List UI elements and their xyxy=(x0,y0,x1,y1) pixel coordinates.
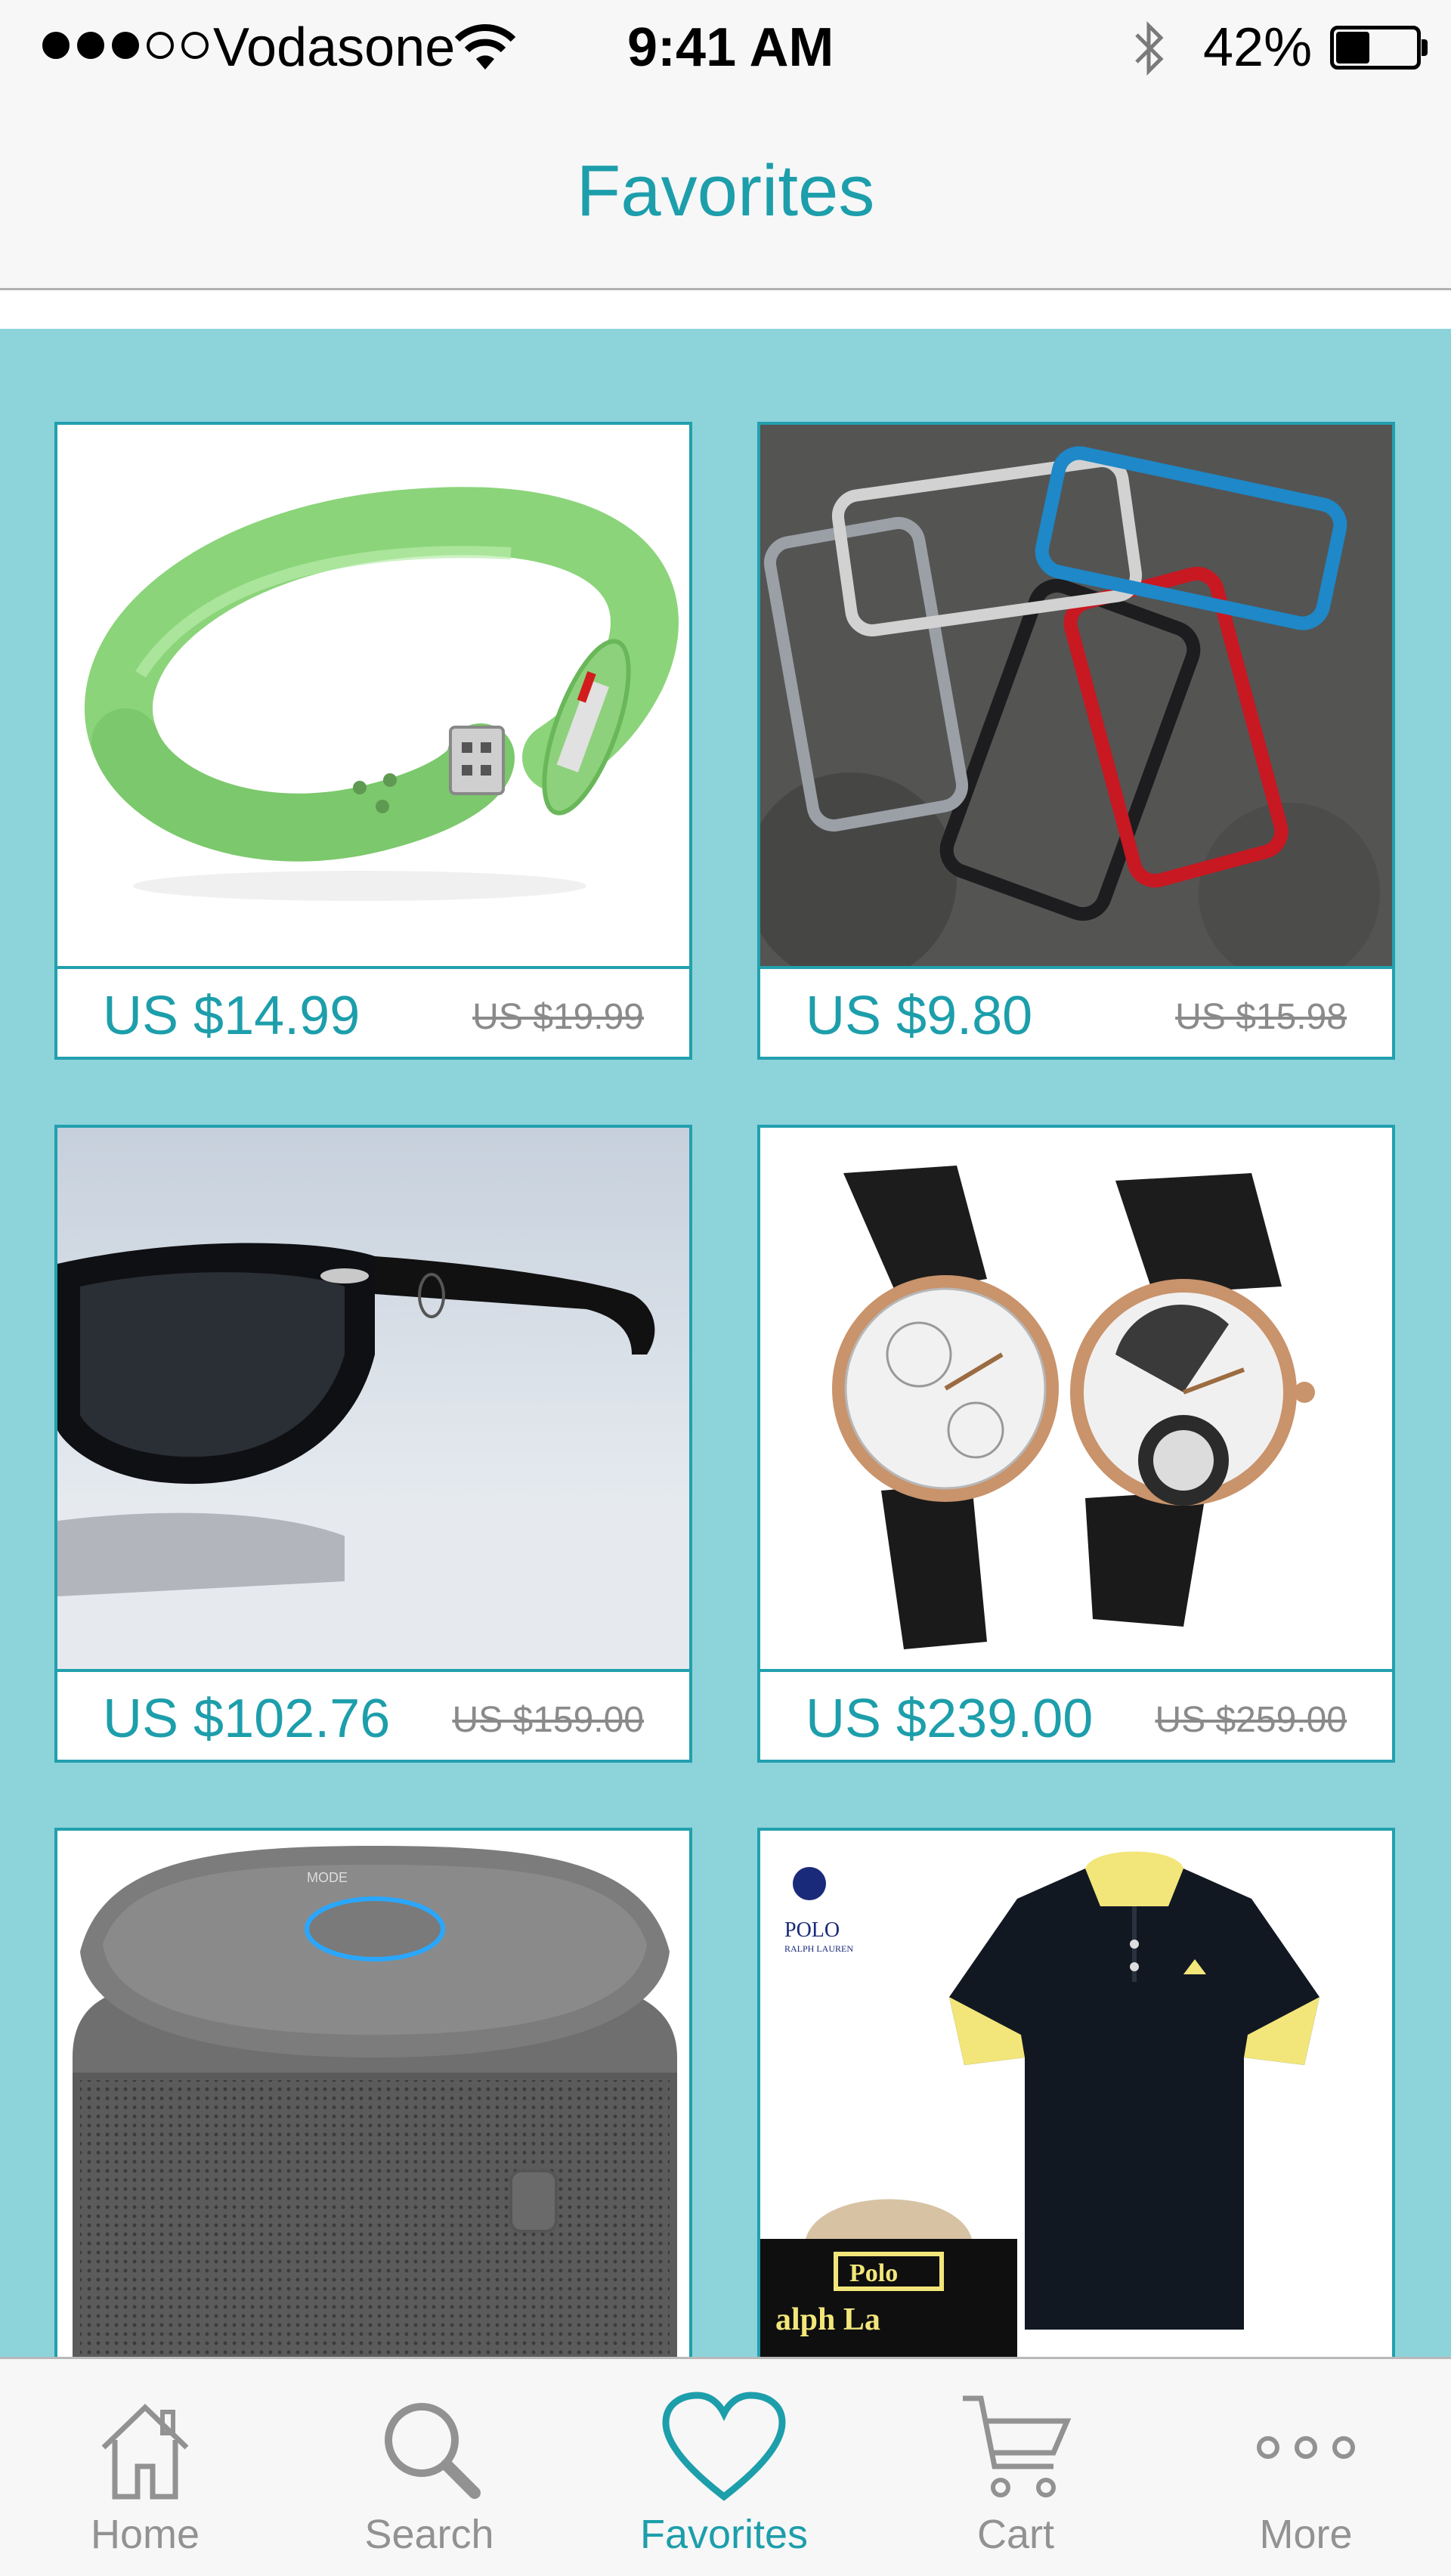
sale-price: US $239.00 xyxy=(806,1689,1094,1749)
tab-label: More xyxy=(1259,2512,1353,2557)
phone-bumpers-image[interactable] xyxy=(760,425,1392,966)
product-card[interactable]: US $14.99 US $19.99 xyxy=(54,422,692,1060)
tab-label: Home xyxy=(90,2512,200,2557)
bluetooth-speaker-image[interactable]: MODE xyxy=(57,1831,689,2358)
polo-shirt-image[interactable]: POLO RALPH LAUREN Polo alph La xyxy=(760,1831,1392,2358)
cart-icon xyxy=(963,2395,1072,2497)
sunglasses-image[interactable] xyxy=(57,1128,689,1669)
search-icon xyxy=(385,2403,481,2499)
price-row: US $239.00 US $259.00 xyxy=(760,1669,1392,1760)
home-icon xyxy=(101,2404,189,2500)
original-price: US $159.00 xyxy=(452,1700,644,1740)
original-price: US $19.99 xyxy=(472,997,644,1037)
usb-wristband-image[interactable] xyxy=(57,425,689,966)
heart-icon xyxy=(662,2392,786,2501)
product-card[interactable]: US $102.76 US $159.00 xyxy=(54,1125,692,1763)
tab-search[interactable]: Search xyxy=(284,2359,574,2576)
tab-label: Search xyxy=(364,2512,494,2557)
sale-price: US $14.99 xyxy=(103,986,360,1046)
wristwatches-image[interactable] xyxy=(760,1128,1392,1669)
favorites-grid[interactable]: US $14.99 US $19.99 US $9.80 US $15.98 U… xyxy=(0,329,1451,2358)
svg-text:alph La: alph La xyxy=(775,2302,880,2337)
clock: 9:41 AM xyxy=(627,17,834,78)
sale-price: US $102.76 xyxy=(103,1689,391,1749)
wifi-icon xyxy=(454,24,516,70)
svg-text:RALPH LAUREN: RALPH LAUREN xyxy=(784,1943,853,1954)
product-card[interactable]: US $9.80 US $15.98 xyxy=(757,422,1395,1060)
price-row: US $9.80 US $15.98 xyxy=(760,966,1392,1057)
original-price: US $259.00 xyxy=(1155,1700,1347,1740)
price-row: US $14.99 US $19.99 xyxy=(57,966,689,1057)
svg-text:Polo: Polo xyxy=(849,2259,898,2287)
signal-strength-icon xyxy=(42,32,209,59)
sale-price: US $9.80 xyxy=(806,986,1033,1046)
product-card[interactable]: MODE xyxy=(54,1828,692,2358)
tab-more[interactable]: More xyxy=(1161,2359,1451,2576)
battery-icon xyxy=(1330,26,1428,70)
tab-favorites[interactable]: Favorites xyxy=(579,2359,869,2576)
product-card[interactable]: US $239.00 US $259.00 xyxy=(757,1125,1395,1763)
more-icon xyxy=(1257,2436,1355,2459)
svg-text:POLO: POLO xyxy=(784,1918,840,1942)
original-price: US $15.98 xyxy=(1175,997,1347,1037)
tab-label: Cart xyxy=(976,2512,1054,2557)
speaker-mode-label: MODE xyxy=(307,1870,348,1885)
carrier-name: Vodasone xyxy=(213,17,456,78)
tab-label: Favorites xyxy=(639,2512,809,2557)
navigation-bar: Favorites xyxy=(0,91,1451,290)
tab-home[interactable]: Home xyxy=(0,2359,290,2576)
product-card[interactable]: POLO RALPH LAUREN Polo alph La xyxy=(757,1828,1395,2358)
page-title: Favorites xyxy=(576,150,875,231)
battery-percent: 42% xyxy=(1203,17,1313,78)
status-bar: Vodasone 9:41 AM 42% xyxy=(0,0,1451,91)
bluetooth-icon xyxy=(1135,20,1164,76)
tab-bar: Home Search Favorites Cart More xyxy=(0,2357,1451,2576)
price-row: US $102.76 US $159.00 xyxy=(57,1669,689,1760)
tab-cart[interactable]: Cart xyxy=(871,2359,1161,2576)
